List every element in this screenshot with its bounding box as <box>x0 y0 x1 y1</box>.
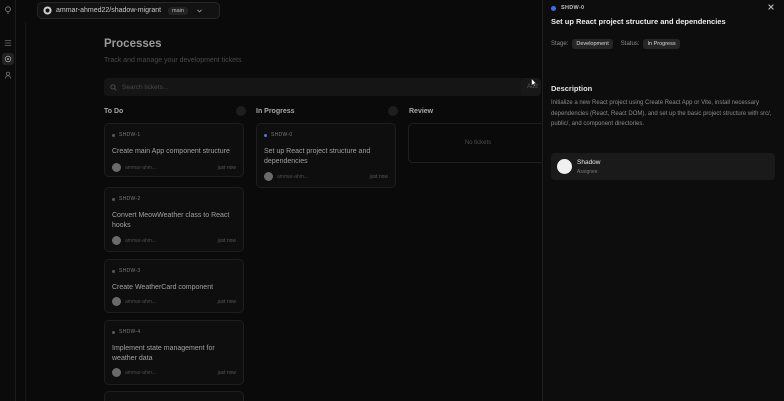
ticket-author: ammar-ahm... <box>125 298 157 305</box>
home-icon[interactable] <box>4 6 12 14</box>
ticket-id: SHDW-1 <box>119 132 141 138</box>
status-dot <box>112 269 115 273</box>
ticket-author: ammar-ahm... <box>125 237 157 244</box>
avatar <box>264 172 273 181</box>
chevron-down-icon <box>197 9 202 13</box>
left-rail <box>0 0 16 401</box>
ticket-author: ammar-ahm... <box>125 164 157 171</box>
ticket-title: Create main App component structure <box>112 148 230 155</box>
ticket-detail-panel: SHDW-0 Set up React project structure an… <box>542 0 784 401</box>
description-text: Initialize a new React project using Cre… <box>551 100 772 127</box>
processes-icon[interactable] <box>4 55 12 63</box>
ticket-card[interactable]: SHDW-3 Create WeatherCard component amma… <box>104 259 244 313</box>
ticket-card-partial[interactable] <box>104 391 244 401</box>
ticket-id: SHDW-2 <box>119 196 141 202</box>
avatar <box>112 163 121 172</box>
empty-state: No tickets <box>408 123 548 163</box>
ticket-card[interactable]: SHDW-4 Implement state management for we… <box>104 320 244 385</box>
avatar <box>112 236 121 245</box>
ticket-id: SHDW-4 <box>119 329 141 335</box>
ticket-id: SHDW-0 <box>271 132 293 138</box>
repo-name: ammar-ahmed22/shadow-migrant <box>56 7 162 14</box>
description-heading: Description <box>551 84 593 93</box>
status-dot <box>551 5 556 11</box>
ticket-title: Set up React project structure and depen… <box>264 148 371 165</box>
status-label: Status: <box>620 41 640 47</box>
ticket-time: just now <box>217 298 236 305</box>
ticket-author: ammar-ahm... <box>125 369 157 376</box>
cursor-icon <box>531 78 537 87</box>
ticket-title: Create WeatherCard component <box>112 284 214 291</box>
status-dot <box>112 330 115 334</box>
status-dot <box>112 197 115 201</box>
assignee-role: Assignee <box>577 169 598 175</box>
avatar <box>112 297 121 306</box>
github-icon <box>43 6 52 15</box>
ticket-time: just now <box>369 173 388 180</box>
ticket-meta: Stage: Development Status: In Progress <box>551 39 680 49</box>
ticket-author: ammar-ahm... <box>277 173 309 180</box>
search-input[interactable]: Search tickets... <box>104 78 529 96</box>
list-icon[interactable] <box>4 39 12 47</box>
page-title: Processes <box>104 38 162 50</box>
assignee-name: Shadow <box>577 159 601 166</box>
column-title: To Do <box>104 107 124 115</box>
status-dot <box>264 133 267 137</box>
avatar <box>557 159 572 174</box>
branch-badge: main <box>168 6 188 15</box>
ticket-title: Convert MeowWeather class to React hooks <box>112 212 230 229</box>
ticket-time: just now <box>217 237 236 244</box>
ticket-card[interactable]: SHDW-0 Set up React project structure an… <box>256 123 396 188</box>
stage-badge[interactable]: Development <box>572 39 613 49</box>
ticket-time: just now <box>217 164 236 171</box>
ticket-title: Implement state management for weather d… <box>112 345 215 362</box>
column-count-badge <box>236 106 246 116</box>
status-dot <box>112 133 115 137</box>
ticket-id: SHDW-0 <box>561 5 585 11</box>
ticket-id: SHDW-3 <box>119 268 141 274</box>
close-icon[interactable] <box>767 3 775 11</box>
column-review: Review <box>409 106 551 116</box>
column-todo: To Do <box>104 106 246 116</box>
column-in-progress: In Progress <box>256 106 398 116</box>
column-title: Review <box>409 107 434 115</box>
search-icon <box>110 83 117 91</box>
main-content: Processes Track and manage your developm… <box>16 22 548 401</box>
assignee-card[interactable]: Shadow Assignee <box>551 153 775 180</box>
column-title: In Progress <box>256 107 295 115</box>
avatar <box>112 368 121 377</box>
stage-label: Stage: <box>551 41 569 47</box>
status-badge[interactable]: In Progress <box>643 39 680 49</box>
search-placeholder: Search tickets... <box>122 83 169 91</box>
ticket-card[interactable]: SHDW-1 Create main App component structu… <box>104 123 244 177</box>
user-icon[interactable] <box>4 71 12 79</box>
ticket-card[interactable]: SHDW-2 Convert MeowWeather class to Reac… <box>104 187 244 252</box>
column-count-badge <box>388 106 398 116</box>
page-subtitle: Track and manage your development ticket… <box>104 57 242 64</box>
ticket-time: just now <box>217 369 236 376</box>
ticket-title: Set up React project structure and depen… <box>551 17 726 26</box>
repo-selector[interactable]: ammar-ahmed22/shadow-migrant main <box>37 2 220 19</box>
